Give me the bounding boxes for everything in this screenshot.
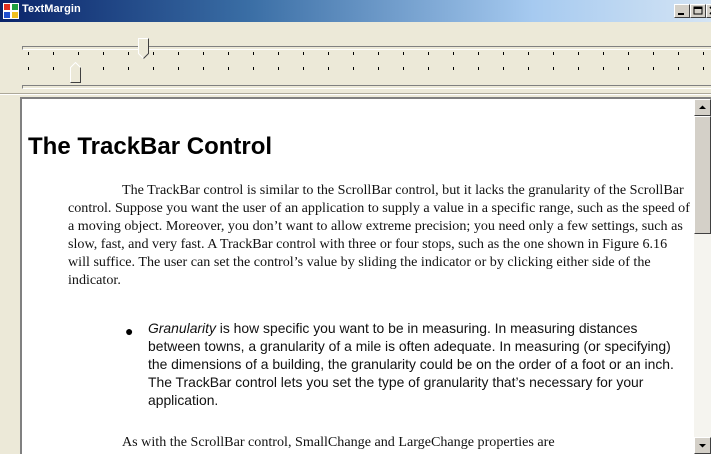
document-viewer[interactable]: The TrackBar Control The TrackBar contro… [20, 97, 711, 454]
paragraph-2: As with the ScrollBar control, SmallChan… [122, 434, 555, 450]
separator [0, 93, 711, 95]
bullet-term: Granularity [148, 320, 216, 336]
minimize-icon [678, 13, 684, 15]
scroll-down-button[interactable] [694, 437, 711, 454]
close-icon [709, 6, 711, 15]
document-content: The TrackBar Control The TrackBar contro… [22, 99, 692, 454]
paragraph-1: The TrackBar control is similar to the S… [68, 182, 690, 288]
bottom-trackbar-thumb[interactable] [70, 62, 82, 83]
maximize-icon [693, 6, 703, 15]
bullet-description: is how specific you want to be in measur… [148, 320, 674, 408]
close-button[interactable] [706, 4, 711, 18]
window-title: TextMargin [22, 3, 81, 15]
scroll-up-button[interactable] [694, 99, 711, 116]
bullet-icon: ● [125, 323, 134, 339]
minimize-button[interactable] [674, 4, 690, 18]
app-window: TextMargin The TrackBar Control The Trac… [0, 0, 711, 454]
bottom-trackbar-track[interactable] [22, 85, 711, 89]
title-bar[interactable]: TextMargin [0, 0, 711, 22]
scrollbar-thumb[interactable] [694, 116, 711, 234]
bullet-item: Granularity is how specific you want to … [148, 319, 684, 409]
document-heading: The TrackBar Control [28, 133, 273, 160]
bottom-trackbar[interactable] [0, 48, 711, 94]
app-icon [3, 3, 19, 19]
vertical-scrollbar[interactable] [694, 99, 711, 454]
maximize-button[interactable] [690, 4, 706, 18]
arrow-up-icon [699, 105, 706, 109]
arrow-down-icon [699, 444, 706, 448]
